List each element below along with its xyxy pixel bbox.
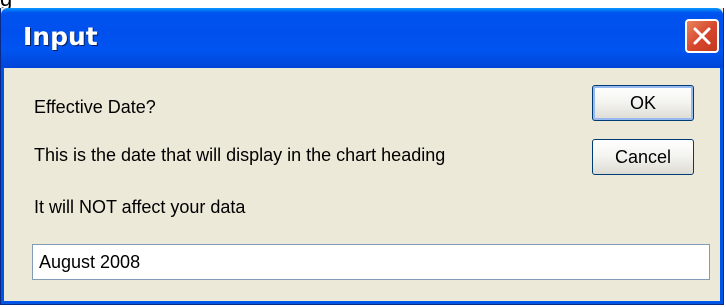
prompt-line-1: Effective Date? (34, 97, 156, 117)
prompt-line-2: This is the date that will display in th… (34, 145, 446, 165)
cancel-button[interactable]: Cancel (592, 139, 694, 175)
window-frame-right (720, 68, 723, 304)
window-title: Input (23, 22, 98, 51)
date-input[interactable] (32, 244, 710, 280)
window-frame-left (1, 68, 4, 304)
ok-button[interactable]: OK (592, 85, 694, 121)
close-button[interactable] (685, 19, 719, 53)
window-frame-bottom (1, 301, 723, 304)
prompt-line-3: It will NOT affect your data (34, 197, 246, 217)
input-dialog: Input Effective Date? This is the date t… (0, 8, 724, 305)
title-bar[interactable]: Input (1, 8, 723, 68)
close-icon (693, 27, 711, 45)
